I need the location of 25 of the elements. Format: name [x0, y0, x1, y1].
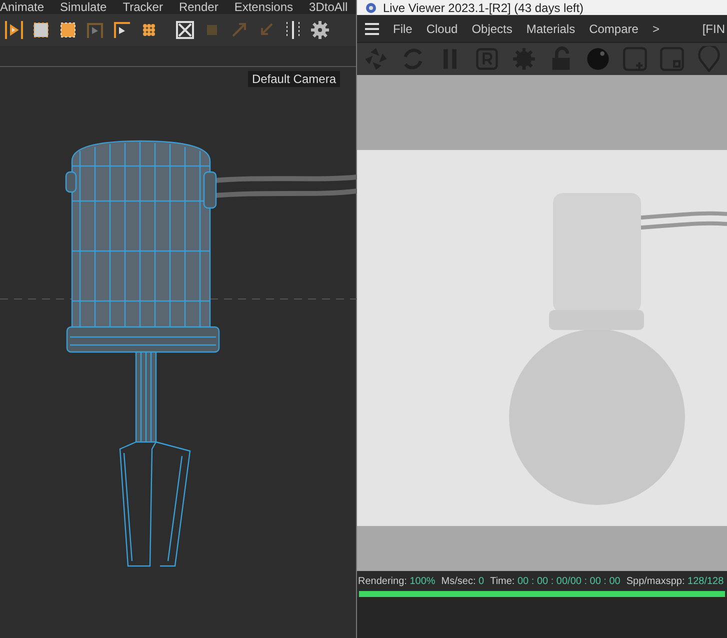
menu-item[interactable]: Extensions [234, 0, 294, 14]
menu-item[interactable]: Animate [0, 0, 44, 14]
status-text: Ms/sec: 0 [441, 576, 484, 586]
status-text: Rendering: 100% [358, 576, 436, 586]
settings-icon[interactable] [308, 18, 332, 42]
camera-label[interactable]: Default Camera [248, 71, 340, 87]
menu-item[interactable]: Tracker [122, 0, 163, 14]
window-title: Live Viewer 2023.1-[R2] (43 days left) [383, 0, 584, 14]
status-text: Time: 00 : 00 : 00/00 : 00 : 00 [490, 576, 620, 586]
menu-item[interactable]: Materials [526, 22, 576, 36]
status-text: Spp/maxspp: 128/128 [626, 576, 724, 586]
render-frame-icon[interactable] [173, 18, 197, 42]
menu-item[interactable]: [FIN [702, 22, 725, 36]
menu-item[interactable]: 3DtoAll [309, 0, 348, 14]
timeline-icon[interactable] [2, 18, 26, 42]
menu-item[interactable]: Simulate [60, 0, 107, 14]
menu-item[interactable]: Cloud [426, 22, 458, 36]
menu-item[interactable]: > [652, 22, 660, 36]
menu-item[interactable]: Compare [589, 22, 638, 36]
app-logo-icon [365, 2, 377, 14]
menu-item[interactable]: File [393, 22, 412, 36]
sphere-icon[interactable] [585, 46, 611, 72]
menu-item[interactable]: Render [178, 0, 218, 14]
menu-item[interactable]: Objects [472, 22, 512, 36]
menu-icon[interactable] [365, 22, 379, 34]
